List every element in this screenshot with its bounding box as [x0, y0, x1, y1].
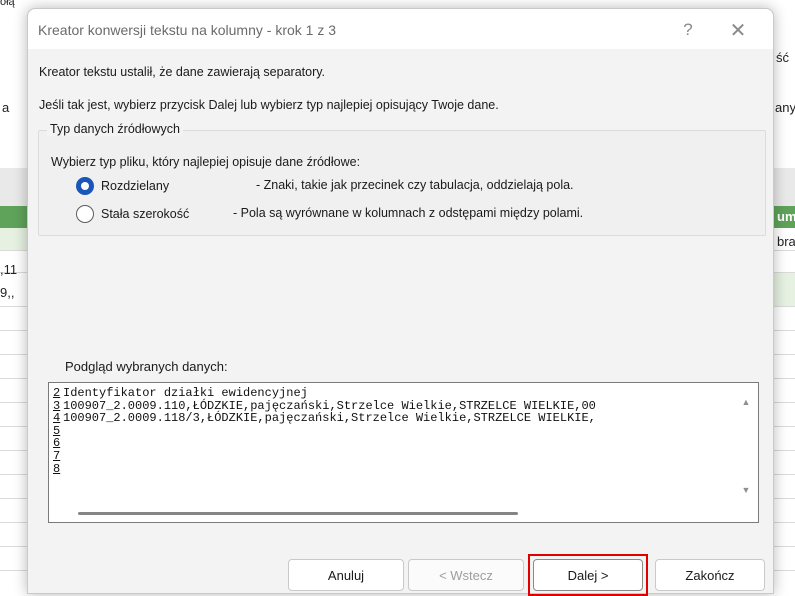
- cancel-button[interactable]: Anuluj: [288, 559, 404, 591]
- file-type-prompt: Wybierz typ pliku, który najlepiej opisu…: [51, 155, 361, 169]
- radio-description-fixed-width: - Pola są wyrównane w kolumnach z odstęp…: [233, 206, 584, 220]
- dialog-title: Kreator konwersji tekstu na kolumny - kr…: [38, 22, 337, 38]
- help-button[interactable]: ?: [668, 15, 708, 45]
- line-number: 8: [53, 461, 61, 476]
- radio-option-fixed-width[interactable]: Stała szerokość - Pola są wyrównane w ko…: [76, 204, 583, 224]
- dialog-title-bar[interactable]: Kreator konwersji tekstu na kolumny - kr…: [28, 9, 773, 49]
- data-preview-box[interactable]: 2 Identyfikator działki ewidencyjnej 3 100…: [48, 382, 759, 523]
- line-text: Identyfikator działki ewidencyjnej: [63, 387, 308, 400]
- scroll-up-arrow-icon[interactable]: ▲: [740, 397, 752, 407]
- preview-line: 8: [53, 461, 733, 476]
- back-button-label: < Wstecz: [439, 567, 493, 583]
- horizontal-scroll-thumb[interactable]: [78, 512, 518, 515]
- back-button[interactable]: < Wstecz: [408, 559, 524, 591]
- line-number: 4: [53, 411, 61, 426]
- help-icon: ?: [683, 20, 693, 39]
- finish-button-label: Zakończ: [685, 567, 735, 583]
- preview-content: 2 Identyfikator działki ewidencyjnej 3 100…: [53, 387, 733, 505]
- next-button-highlight: [528, 554, 648, 596]
- sheet-fragment: um: [777, 209, 795, 224]
- group-legend: Typ danych źródłowych: [47, 122, 183, 136]
- preview-line: 4 100907_2.0009.118/3,ŁÓDZKIE,pajęczański…: [53, 412, 733, 425]
- finish-button[interactable]: Zakończ: [655, 559, 765, 591]
- horizontal-scrollbar[interactable]: [49, 505, 758, 523]
- radio-label-delimited[interactable]: Rozdzielany: [101, 179, 169, 193]
- preview-line: 2 Identyfikator działki ewidencyjnej: [53, 387, 733, 400]
- preview-line: 7: [53, 450, 733, 463]
- radio-option-delimited[interactable]: Rozdzielany - Znaki, takie jak przecinek…: [76, 176, 574, 196]
- preview-line: 5: [53, 425, 733, 438]
- sheet-fragment: ołą: [0, 0, 15, 8]
- info-text-separators: Kreator tekstu ustalił, że dane zawieraj…: [39, 65, 326, 79]
- sheet-fragment: ść: [776, 50, 789, 65]
- radio-description-delimited: - Znaki, takie jak przecinek czy tabulac…: [256, 178, 574, 192]
- radio-button-delimited[interactable]: [76, 177, 94, 195]
- preview-label: Podgląd wybranych danych:: [65, 359, 228, 374]
- vertical-scrollbar[interactable]: ▲ ▼: [734, 383, 758, 505]
- cancel-button-label: Anuluj: [327, 567, 365, 583]
- line-number: 7: [53, 448, 61, 463]
- close-icon: ✕: [729, 19, 747, 42]
- radio-label-fixed-width[interactable]: Stała szerokość: [101, 207, 189, 221]
- close-button[interactable]: ✕: [718, 15, 758, 45]
- radio-button-fixed-width[interactable]: [76, 205, 94, 223]
- text-to-columns-dialog: Kreator konwersji tekstu na kolumny - kr…: [27, 8, 774, 596]
- line-text: 100907_2.0009.118/3,ŁÓDZKIE,pajęczański,…: [63, 411, 596, 426]
- scroll-down-arrow-icon[interactable]: ▼: [740, 485, 752, 495]
- info-text-instructions: Jeśli tak jest, wybierz przycisk Dalej l…: [39, 98, 499, 112]
- sheet-fragment: ,11: [0, 262, 18, 277]
- sheet-fragment: a: [2, 100, 10, 115]
- sheet-fragment: any: [775, 100, 795, 115]
- sheet-fragment: bra: [777, 234, 795, 249]
- line-number: 2: [53, 387, 61, 400]
- preview-line: 6: [53, 437, 733, 450]
- sheet-fragment: 9,,: [0, 285, 15, 300]
